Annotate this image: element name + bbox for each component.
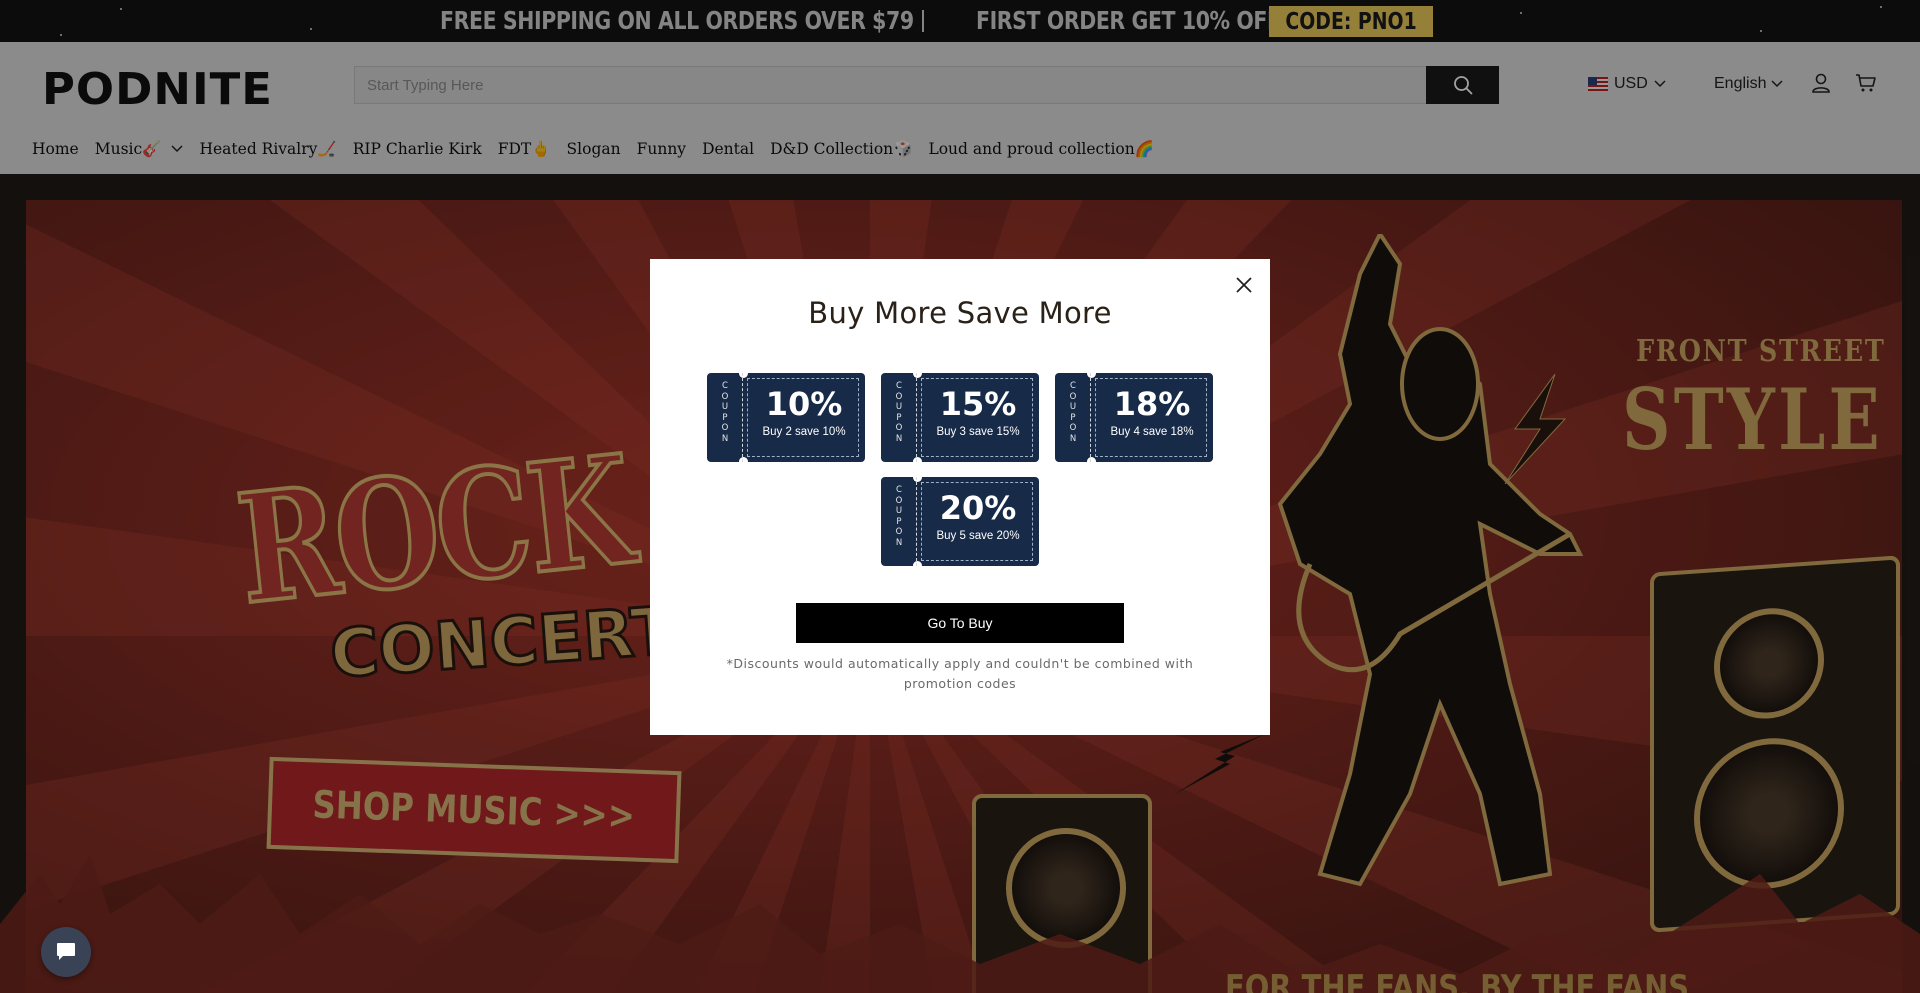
- coupon-percent: 15%: [939, 385, 1017, 423]
- coupon-text: Buy 4 save 18%: [1110, 426, 1194, 438]
- chat-icon: [57, 943, 75, 960]
- coupon-card: COUPON 15% Buy 3 save 15%: [881, 369, 1039, 466]
- coupon-body: 18% Buy 4 save 18%: [1095, 378, 1207, 457]
- chat-widget-button[interactable]: [41, 927, 91, 977]
- coupon-stub: COUPON: [1055, 373, 1091, 462]
- coupon-stub: COUPON: [881, 373, 917, 462]
- coupon-stub-label: COUPON: [721, 381, 729, 444]
- coupon-stub: COUPON: [707, 373, 743, 462]
- coupon-body: 15% Buy 3 save 15%: [921, 378, 1033, 457]
- coupon-percent: 18%: [1113, 385, 1191, 423]
- modal-backdrop[interactable]: [0, 0, 1920, 174]
- coupon-stub-label: COUPON: [1069, 381, 1077, 444]
- bundle-discount-modal: Buy More Save More COUPON 10% Buy 2 save…: [650, 259, 1270, 735]
- coupon-body: 20% Buy 5 save 20%: [921, 482, 1033, 561]
- modal-title: Buy More Save More: [808, 296, 1112, 330]
- go-to-buy-button[interactable]: Go To Buy: [796, 603, 1124, 643]
- coupon-text: Buy 3 save 15%: [936, 426, 1020, 438]
- coupon-stub: COUPON: [881, 477, 917, 566]
- coupon-percent: 10%: [765, 385, 843, 423]
- coupon-card: COUPON 18% Buy 4 save 18%: [1055, 369, 1213, 466]
- close-icon: [1236, 277, 1252, 293]
- discount-disclaimer: *Discounts would automatically apply and…: [726, 656, 1194, 691]
- coupon-stub-label: COUPON: [895, 485, 903, 548]
- coupon-body: 10% Buy 2 save 10%: [747, 378, 859, 457]
- coupon-card: COUPON 10% Buy 2 save 10%: [707, 369, 865, 466]
- close-button[interactable]: [1230, 271, 1258, 299]
- coupon-stub-label: COUPON: [895, 381, 903, 444]
- coupon-text: Buy 5 save 20%: [936, 530, 1020, 542]
- coupon-percent: 20%: [939, 489, 1017, 527]
- coupon-text: Buy 2 save 10%: [762, 426, 846, 438]
- coupon-card: COUPON 20% Buy 5 save 20%: [881, 473, 1039, 570]
